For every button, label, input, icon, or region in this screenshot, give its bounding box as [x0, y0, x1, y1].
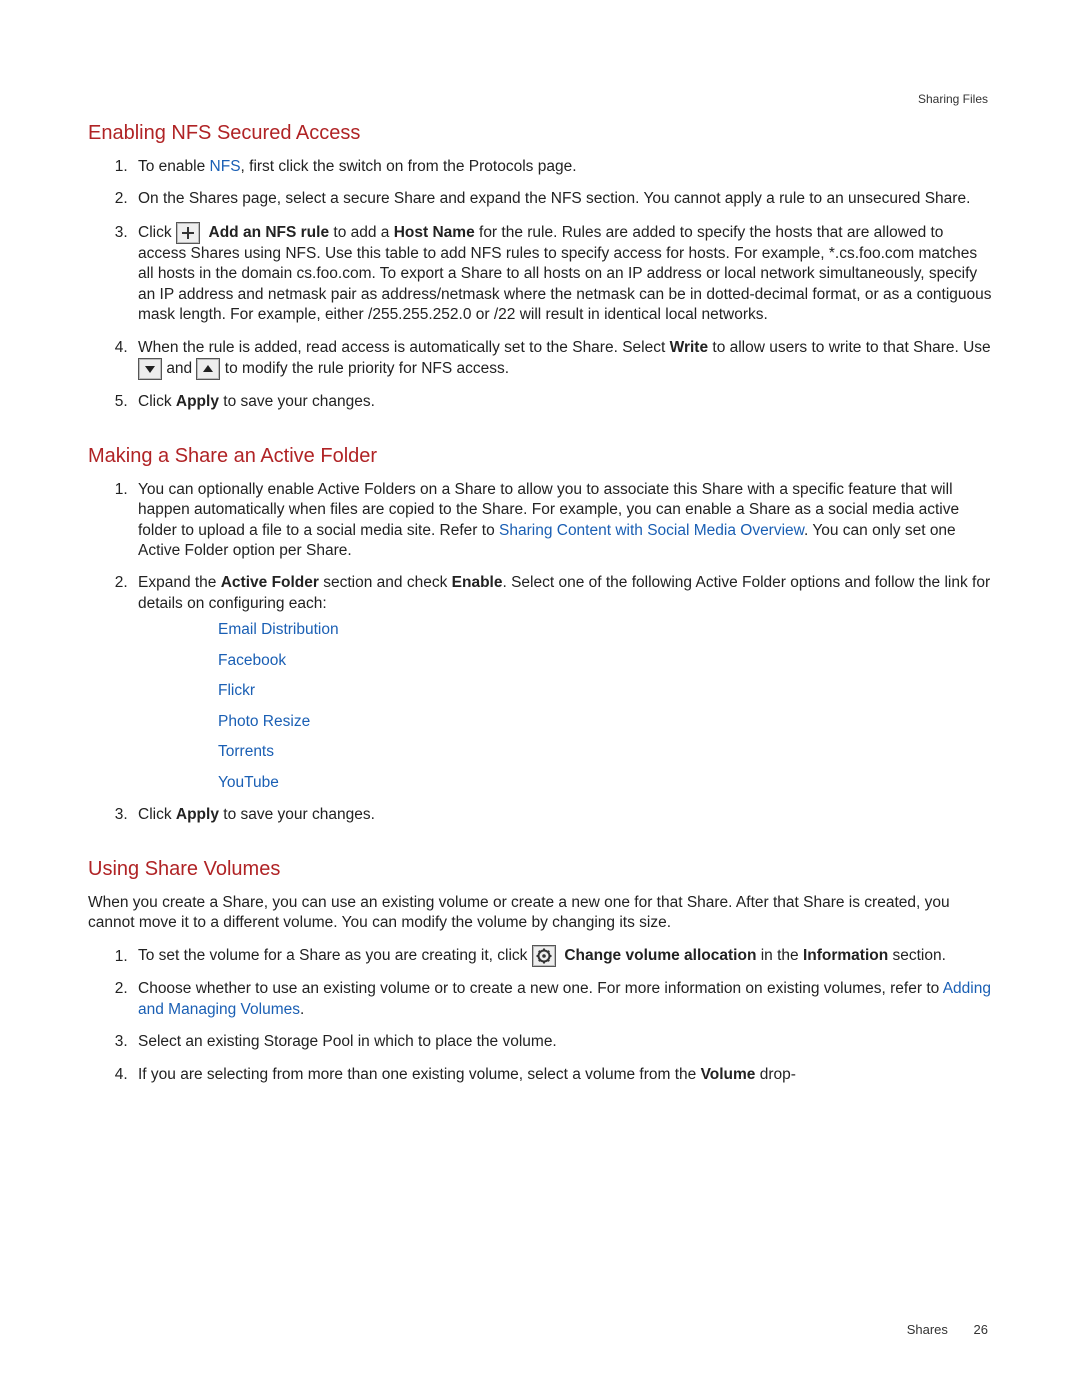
list-item: Select an existing Storage Pool in which… — [132, 1032, 992, 1052]
list-item: Torrents — [218, 742, 992, 762]
text: and — [166, 360, 196, 377]
document-page: Sharing Files Enabling NFS Secured Acces… — [0, 0, 1080, 1397]
text-bold: Volume — [701, 1066, 756, 1083]
list-item: Email Distribution — [218, 620, 992, 640]
link-nfs[interactable]: NFS — [210, 158, 241, 175]
list-item: YouTube — [218, 773, 992, 793]
list-item: Click Add an NFS rule to add a Host Name… — [132, 222, 992, 326]
text: to save your changes. — [219, 393, 375, 410]
text: To enable — [138, 158, 210, 175]
heading-share-volumes: Using Share Volumes — [88, 858, 992, 881]
link-youtube[interactable]: YouTube — [218, 774, 279, 791]
text-bold: Host Name — [394, 224, 475, 241]
text: Expand the — [138, 574, 221, 591]
link-photo-resize[interactable]: Photo Resize — [218, 713, 310, 730]
page-footer: Shares 26 — [907, 1322, 988, 1337]
arrow-down-icon — [138, 358, 162, 380]
text: to add a — [329, 224, 394, 241]
page-number: 26 — [974, 1322, 988, 1337]
text-bold: Write — [670, 339, 708, 356]
paragraph: When you create a Share, you can use an … — [88, 893, 992, 934]
text-bold: Apply — [176, 393, 219, 410]
list-item: You can optionally enable Active Folders… — [132, 480, 992, 562]
list-item: When the rule is added, read access is a… — [132, 338, 992, 380]
steps-list-nfs: To enable NFS, first click the switch on… — [88, 157, 992, 413]
text: to allow users to write to that Share. U… — [708, 339, 991, 356]
list-item: Choose whether to use an existing volume… — [132, 979, 992, 1020]
text: to modify the rule priority for NFS acce… — [225, 360, 509, 377]
list-item: Expand the Active Folder section and che… — [132, 573, 992, 793]
list-item: Click Apply to save your changes. — [132, 392, 992, 412]
list-item: Flickr — [218, 681, 992, 701]
text-bold: Enable — [452, 574, 503, 591]
link-torrents[interactable]: Torrents — [218, 743, 274, 760]
list-item: Click Apply to save your changes. — [132, 805, 992, 825]
active-folder-options-list: Email Distribution Facebook Flickr Photo… — [138, 620, 992, 793]
plus-icon — [176, 222, 200, 244]
text-bold: Information — [803, 948, 888, 965]
text-bold: Active Folder — [221, 574, 319, 591]
text: in the — [756, 948, 803, 965]
arrow-up-icon — [196, 358, 220, 380]
text: . — [300, 1001, 304, 1018]
text-bold: Add an NFS rule — [204, 224, 329, 241]
text: , first click the switch on from the Pro… — [241, 158, 577, 175]
text: When the rule is added, read access is a… — [138, 339, 670, 356]
heading-enabling-nfs: Enabling NFS Secured Access — [88, 122, 992, 145]
text: To set the volume for a Share as you are… — [138, 948, 532, 965]
steps-list-active-folder: You can optionally enable Active Folders… — [88, 480, 992, 826]
list-item: If you are selecting from more than one … — [132, 1065, 992, 1085]
footer-label: Shares — [907, 1322, 948, 1337]
list-item: Photo Resize — [218, 712, 992, 732]
link-flickr[interactable]: Flickr — [218, 682, 255, 699]
link-email-distribution[interactable]: Email Distribution — [218, 621, 339, 638]
list-item: To set the volume for a Share as you are… — [132, 945, 992, 967]
text: section and check — [319, 574, 452, 591]
text: drop- — [755, 1066, 796, 1083]
text: Click — [138, 806, 176, 823]
list-item: Facebook — [218, 651, 992, 671]
link-facebook[interactable]: Facebook — [218, 652, 286, 669]
list-item: To enable NFS, first click the switch on… — [132, 157, 992, 177]
text: Click — [138, 224, 176, 241]
text: If you are selecting from more than one … — [138, 1066, 701, 1083]
link-sharing-content[interactable]: Sharing Content with Social Media Overvi… — [499, 522, 804, 539]
text-bold: Apply — [176, 806, 219, 823]
header-section-label: Sharing Files — [918, 92, 988, 106]
text: Choose whether to use an existing volume… — [138, 980, 943, 997]
list-item: On the Shares page, select a secure Shar… — [132, 189, 992, 209]
text: Click — [138, 393, 176, 410]
text-bold: Change volume allocation — [560, 948, 756, 965]
text: to save your changes. — [219, 806, 375, 823]
gear-icon — [532, 945, 556, 967]
text: section. — [888, 948, 946, 965]
steps-list-volumes: To set the volume for a Share as you are… — [88, 945, 992, 1085]
heading-active-folder: Making a Share an Active Folder — [88, 445, 992, 468]
